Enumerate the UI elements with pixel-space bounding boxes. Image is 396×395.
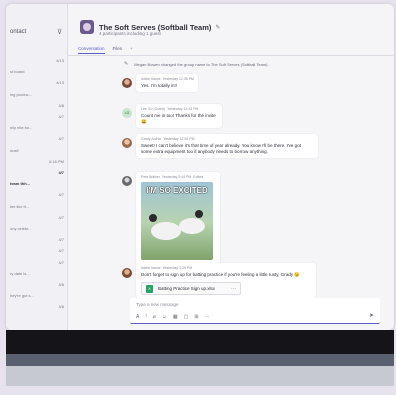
chat-item-name: hey're got s... [10,293,34,299]
chat-item-time: 4/8 [58,102,64,108]
add-tab-button[interactable]: + [130,46,133,54]
chat-item-name: team thh... [10,181,31,187]
more-icon[interactable]: ··· [205,314,210,320]
message-meta: Adele Vance Yesterday 3:39 PM [141,266,192,270]
attach-icon[interactable]: ⌀ [153,314,156,320]
chat-item-name: ing produc... [10,91,33,97]
avatar[interactable]: LG [122,108,132,118]
gif-caption: I'M SO EXCITED [146,186,208,195]
gif-image[interactable]: I'M SO EXCITED [141,182,213,260]
message-composer: Type a new message A ! ⌀ ☺ ▦ ▢ ⊞ ··· ➤ [130,298,380,324]
message-text: Sweet! I can't believe it's that time of… [141,143,301,154]
more-options-icon[interactable]: ··· [231,286,236,292]
composer-toolbar: A ! ⌀ ☺ ▦ ▢ ⊞ ··· [136,314,210,320]
header-divider [68,55,394,56]
chat-item-time: 4/6 [58,282,64,287]
chat-item-time: 4/7 [58,136,64,142]
message-bubble: Pete Walker Yesterday 3:44 PM Edited I'M… [136,172,220,266]
message-meta: Lee Gu (Guest) Yesterday 12:43 PM [141,107,199,111]
meet-icon[interactable]: ⊞ [194,314,198,320]
message-input[interactable]: Type a new message [136,302,179,307]
filter-icon[interactable]: ⊽ [57,29,64,36]
avatar[interactable] [122,268,132,278]
attachment-name: Batting Practice Sign up.xlsx [158,286,216,291]
chat-item-time: 4/7 [58,237,64,243]
file-attachment[interactable]: X Batting Practice Sign up.xlsx ··· [141,282,241,295]
chat-item-time: 4/13 [56,80,64,86]
message-meta: Grady Archie Yesterday 12:53 PM [141,137,195,141]
chat-item-time: 6:16 PM [49,158,64,164]
chat-item-time: 4/7 [58,192,64,198]
format-icon[interactable]: A [136,314,139,320]
message-meta: Pete Walker Yesterday 3:44 PM Edited [141,175,204,179]
tab-conversation[interactable]: Conversation [78,46,105,54]
chat-item-time: 4/7 [58,259,64,265]
chat-item-time: 4/7 [58,170,64,175]
message-meta: Adele Vance Yesterday 12:35 PM [141,77,194,81]
message-text: Don't forget to sign up for batting prac… [141,272,300,277]
important-icon[interactable]: ! [145,314,146,320]
chat-item-name: ony celebr... [10,226,32,231]
photo-background: ontact ⊽ 4/13 st board 4/13 ing produc... 4/… [0,0,396,395]
chat-item-time: 4/13 [56,58,64,63]
goose-image [149,214,157,222]
tab-bar: Conversation Files + [78,46,133,54]
participants-count[interactable]: 4 participants including 1 guest [99,31,161,36]
chat-item-name: ket like tt... [10,203,30,209]
chat-item-name: nily nite bo... [10,125,33,131]
chat-item-time: 4/7 [58,214,64,220]
goose-image [195,210,203,218]
message-bubble: Adele Vance Yesterday 12:35 PM Yes. I'm … [136,74,198,92]
keyboard [6,366,394,386]
tab-files[interactable]: Files [113,46,123,54]
send-icon[interactable]: ➤ [369,312,374,319]
chat-item-time: 4/6 [58,304,64,310]
chat-item-name: nust! [10,147,19,153]
system-message: ✎ Megan Bowen changed the group name to … [124,61,269,67]
chat-item-name: st board [10,69,25,75]
chat-item-name: ry date is... [10,270,30,276]
chat-list-item[interactable]: 4/6 [8,302,66,316]
message-text: Yes. I'm totally in!! [141,83,177,88]
edit-icon[interactable]: ✎ [215,24,220,31]
gif-icon[interactable]: ▦ [173,314,178,320]
message-bubble: Adele Vance Yesterday 3:39 PM Don't forg… [136,263,316,298]
avatar[interactable] [122,78,132,88]
avatar[interactable] [122,138,132,148]
chat-item-time: 4/7 [58,114,64,119]
laptop-bezel [6,330,394,354]
keyboard-edge [6,354,394,366]
message-bubble: Lee Gu (Guest) Yesterday 12:43 PM Count … [136,104,222,128]
chat-list-header: ontact ⊽ [10,26,64,38]
chat-item-time: 4/7 [58,248,64,254]
message-bubble: Grady Archie Yesterday 12:53 PM Sweet! I… [136,134,318,158]
goose-image [151,222,181,240]
team-avatar [80,20,94,34]
message-text: Count me in too! Thanks for the invite 😀 [141,113,216,124]
system-message-text: Megan Bowen changed the group name to Th… [134,61,269,67]
avatar[interactable] [122,176,132,186]
pencil-icon: ✎ [124,61,129,67]
goose-image [179,218,205,234]
excel-file-icon: X [146,284,153,293]
chat-list-title: ontact [10,29,27,35]
sticker-icon[interactable]: ▢ [184,314,189,320]
emoji-icon[interactable]: ☺ [162,314,167,320]
chat-list: ontact ⊽ 4/13 st board 4/13 ing produc... 4/… [6,4,68,330]
